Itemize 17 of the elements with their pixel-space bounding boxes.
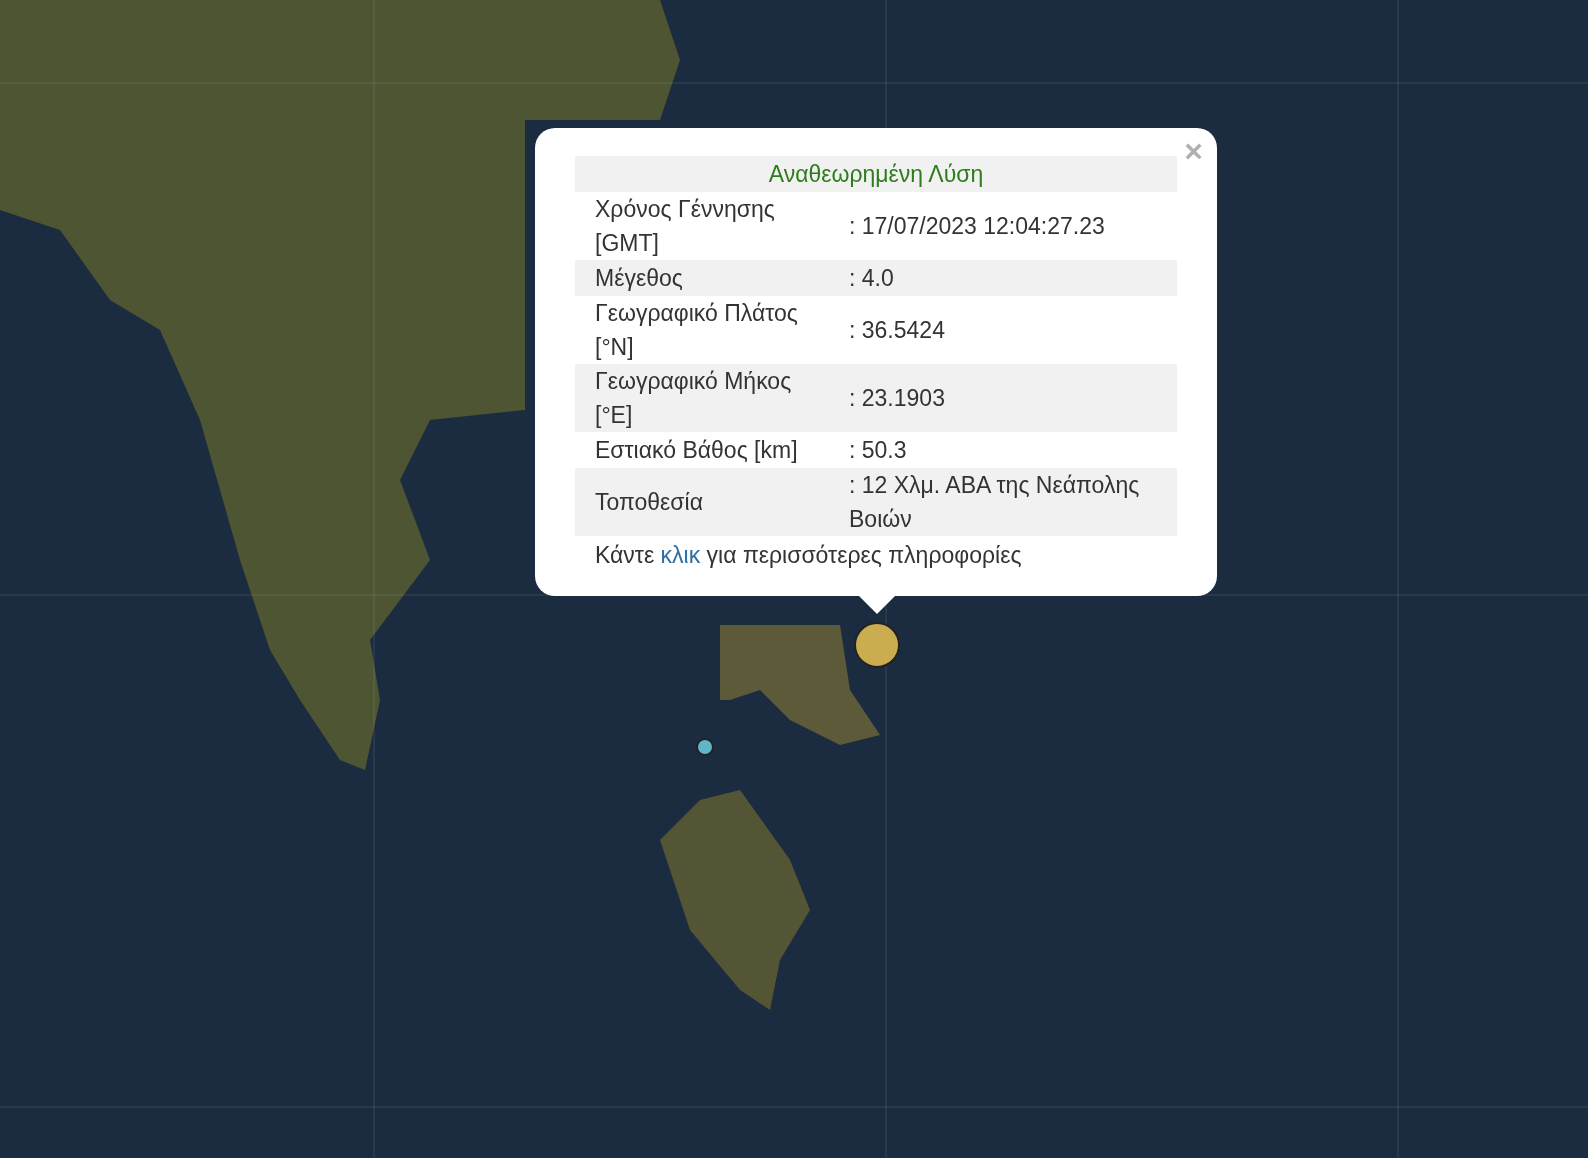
field-value: : 50.3 [849, 436, 908, 465]
field-label: Εστιακό Βάθος [km] [595, 436, 799, 465]
field-label: Χρόνος Γέννησης [GMT] [595, 195, 776, 258]
field-label: Μέγεθος [595, 264, 684, 293]
field-value: : 4.0 [849, 264, 895, 293]
earthquake-marker[interactable] [854, 622, 900, 668]
more-info-text: Κάντε κλικ για περισσότερες πληροφορίες [594, 541, 1023, 570]
field-label: Γεωγραφικό Μήκος [°E] [595, 367, 793, 430]
field-value: : 23.1903 [849, 384, 946, 413]
more-info-link[interactable]: κλικ [660, 542, 701, 568]
field-value: : 36.5424 [849, 316, 946, 345]
field-label: Γεωγραφικό Πλάτος [°N] [595, 299, 799, 362]
popup-title: Αναθεωρημένη Λύση [575, 156, 1177, 192]
earthquake-marker[interactable] [696, 738, 714, 756]
field-value: : 12 Χλμ. ΑΒΑ της Νεάπολης Βοιών [849, 471, 1141, 534]
field-value: : 17/07/2023 12:04:27.23 [849, 212, 1106, 241]
field-label: Τοποθεσία [595, 488, 704, 517]
